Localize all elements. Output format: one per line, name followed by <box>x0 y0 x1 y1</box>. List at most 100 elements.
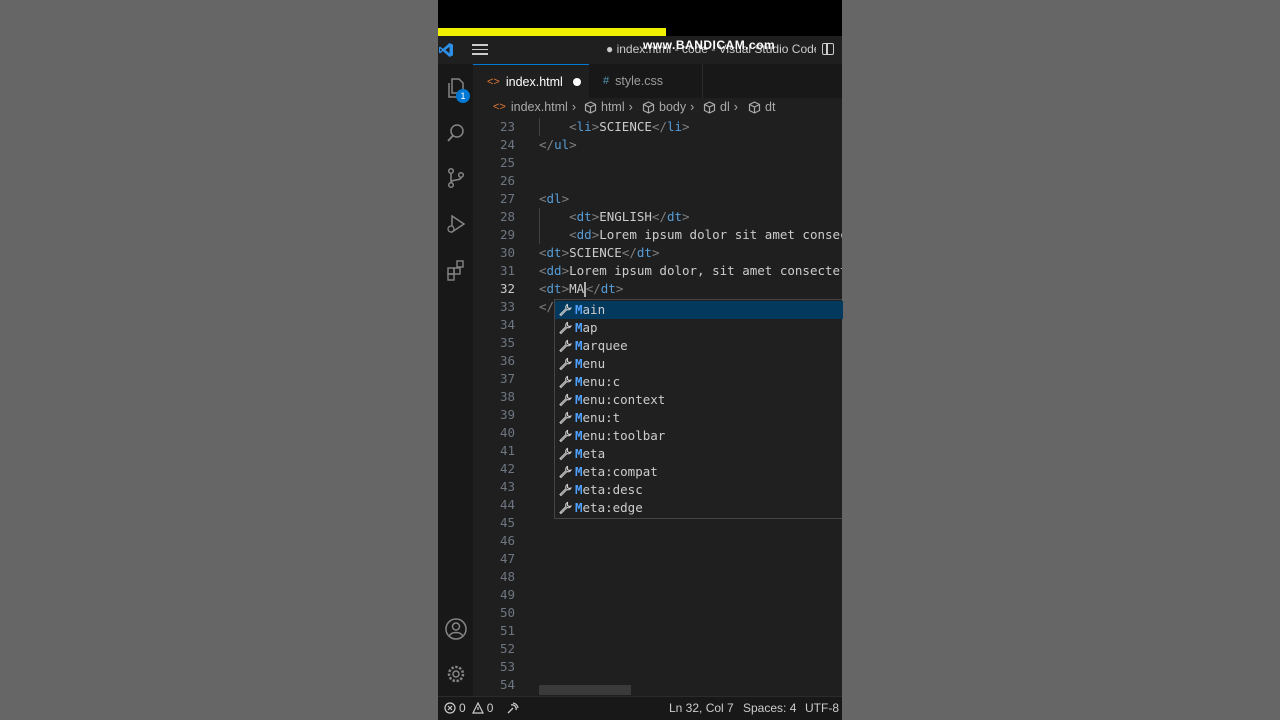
source-control-icon <box>447 167 465 189</box>
chevron-right-icon: › <box>690 100 695 114</box>
code-line[interactable]: 26 <box>473 172 842 190</box>
code-line[interactable]: 46 <box>473 532 842 550</box>
suggestion-item[interactable]: Menu <box>555 355 843 373</box>
suggestion-label: Menu:c <box>575 374 621 389</box>
chevron-right-icon: › <box>733 100 738 114</box>
encoding-setting[interactable]: UTF-8 <box>805 701 839 715</box>
suggestion-item[interactable]: Main <box>555 301 843 319</box>
accounts-button[interactable] <box>442 615 470 643</box>
suggestion-label: Meta:compat <box>575 464 658 479</box>
suggestion-label: Meta:edge <box>575 500 643 515</box>
code-line[interactable]: 48 <box>473 568 842 586</box>
recording-overlay <box>438 0 842 36</box>
suggestion-item[interactable]: Menu:c <box>555 373 843 391</box>
suggestion-label: Meta <box>575 446 606 461</box>
code-text: <dd>Lorem ipsum dolor sit amet consect <box>569 227 842 242</box>
html-icon: <> <box>493 101 506 113</box>
explorer-button[interactable]: 1 <box>442 74 470 103</box>
suggestion-item[interactable]: Menu:t <box>555 409 843 427</box>
code-line[interactable]: 47 <box>473 550 842 568</box>
manage-button[interactable] <box>442 660 470 688</box>
code-text: <dt>MA </dt> <box>539 281 624 297</box>
code-text: </ <box>539 299 555 314</box>
line-number: 46 <box>499 533 515 548</box>
code-line[interactable]: 31 <dd>Lorem ipsum dolor, sit amet consec… <box>473 262 842 280</box>
editor-tabs: <> index.html # style.css <box>473 64 842 98</box>
symbol-field-icon <box>703 100 716 114</box>
line-number: 40 <box>499 425 515 440</box>
code-line[interactable]: 32 <dt>MA </dt> <box>473 280 842 298</box>
code-line[interactable]: 50 <box>473 604 842 622</box>
line-number: 34 <box>499 317 515 332</box>
horizontal-scrollbar[interactable] <box>539 685 631 695</box>
suggestion-item[interactable]: Meta <box>555 445 843 463</box>
breadcrumb-html[interactable]: html › <box>584 100 637 114</box>
line-number: 28 <box>499 209 515 224</box>
suggestion-item[interactable]: Meta:compat <box>555 463 843 481</box>
line-number: 49 <box>499 587 515 602</box>
line-number: 52 <box>499 641 515 656</box>
settings-gear-icon <box>447 665 465 683</box>
code-line[interactable]: 25 <box>473 154 842 172</box>
line-number: 37 <box>499 371 515 386</box>
line-number: 24 <box>499 137 515 152</box>
menu-icon[interactable] <box>472 44 488 56</box>
code-line[interactable]: 23 <li>SCIENCE</li> <box>473 118 842 136</box>
line-number: 31 <box>499 263 515 278</box>
problems-indicator[interactable]: 0 0 <box>444 701 493 715</box>
breadcrumb-dt[interactable]: dt <box>748 100 775 114</box>
suggestion-label: Map <box>575 320 598 335</box>
tab-style-css[interactable]: # style.css <box>589 64 703 98</box>
suggestion-item[interactable]: Marquee <box>555 337 843 355</box>
suggestion-item[interactable]: Menu:toolbar <box>555 427 843 445</box>
tab-label: style.css <box>615 74 664 88</box>
wrench-icon <box>559 375 572 389</box>
wrench-icon <box>559 393 572 407</box>
source-control-button[interactable] <box>442 164 470 192</box>
account-icon <box>445 618 467 640</box>
suggestion-item[interactable]: Meta:edge <box>555 499 843 517</box>
ports-button[interactable] <box>506 701 520 715</box>
breadcrumb-file[interactable]: <> index.html › <box>493 100 580 114</box>
suggestion-label: Menu:toolbar <box>575 428 666 443</box>
suggestion-item[interactable]: Meta:desc <box>555 481 843 499</box>
vscode-logo-icon <box>439 43 453 57</box>
line-number: 32 <box>499 281 515 296</box>
autocomplete-suggest-widget: Main Map Marquee Menu Menu:c Menu:context Menu… <box>554 299 843 519</box>
breadcrumb-label: html <box>601 100 625 114</box>
breadcrumb-dl[interactable]: dl › <box>703 100 742 114</box>
breadcrumb-label: dl <box>720 100 730 114</box>
code-line[interactable]: 49 <box>473 586 842 604</box>
breadcrumb-label: index.html <box>510 100 568 114</box>
line-number: 47 <box>499 551 515 566</box>
wrench-icon <box>559 339 572 353</box>
chevron-right-icon: › <box>571 100 577 114</box>
recording-progress-bar <box>438 28 666 36</box>
run-debug-button[interactable] <box>442 210 470 238</box>
code-line[interactable]: 30 <dt>SCIENCE</dt> <box>473 244 842 262</box>
line-number: 35 <box>499 335 515 350</box>
search-button[interactable] <box>442 119 470 147</box>
indentation-setting[interactable]: Spaces: 4 <box>743 701 796 715</box>
code-line[interactable]: 52 <box>473 640 842 658</box>
chevron-right-icon: › <box>628 100 633 114</box>
breadcrumb-body[interactable]: body › <box>642 100 698 114</box>
line-number: 44 <box>499 497 515 512</box>
code-line[interactable]: 29 <dd>Lorem ipsum dolor sit amet consec… <box>473 226 842 244</box>
tab-index-html[interactable]: <> index.html <box>473 64 589 98</box>
cursor-position[interactable]: Ln 32, Col 7 <box>669 701 734 715</box>
code-line[interactable]: 27 <dl> <box>473 190 842 208</box>
toggle-sidebar-icon[interactable] <box>822 43 834 55</box>
suggestion-label: Menu:context <box>575 392 666 407</box>
code-line[interactable]: 54 <box>473 676 842 694</box>
code-line[interactable]: 28 <dt>ENGLISH</dt> <box>473 208 842 226</box>
unsaved-dot-icon[interactable] <box>572 77 581 86</box>
code-line[interactable]: 53 <box>473 658 842 676</box>
extensions-button[interactable] <box>442 256 470 284</box>
code-line[interactable]: 24 </ul> <box>473 136 842 154</box>
suggestion-item[interactable]: Map <box>555 319 843 337</box>
suggestion-item[interactable]: Menu:context <box>555 391 843 409</box>
code-line[interactable]: 51 <box>473 622 842 640</box>
run-debug-icon <box>447 214 466 234</box>
line-number: 30 <box>499 245 515 260</box>
